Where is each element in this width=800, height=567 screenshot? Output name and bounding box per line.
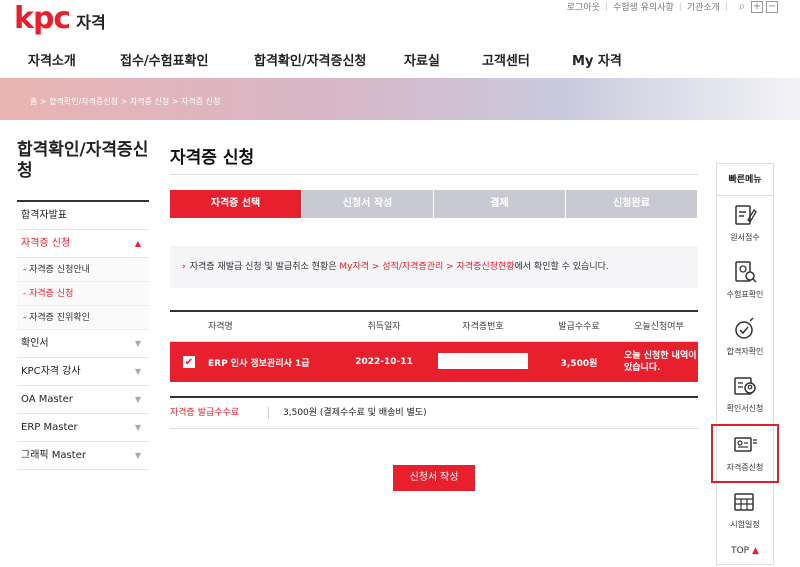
arrow-up-icon: ▲ [751,546,759,556]
row-checkbox[interactable]: ✔ [183,356,195,368]
step-tab: 신청완료 [566,190,697,218]
sidebar-item[interactable]: ERP Master ▼ [17,414,149,442]
cert-number-masked [438,352,528,369]
fee-value: 3,500원 (결제수수료 및 배송비 별도) [283,408,427,418]
calendar-icon [734,493,754,511]
sidebar-item[interactable]: OA Master ▼ [17,386,149,414]
nav-item[interactable]: My 자격 [572,50,652,69]
utility-links: 로그아웃 | 수험생 유의사항 | 기관소개 | ⌕ + − [567,0,778,13]
chevron-up-icon: ▲ [134,239,141,248]
quick-item-ticket[interactable]: 수험표확인 [717,253,773,310]
sidebar: 합격자발표 자격증 신청 ▲ - 자격증 신청안내 - 자격증 신청 - 자격증 … [17,200,149,470]
chevron-down-icon: ▼ [134,451,141,460]
id-search-icon [735,261,757,283]
sidebar-item[interactable]: 확인서 ▼ [17,330,149,358]
nav-item[interactable]: 자격소개 [28,50,120,69]
sidebar-subitem[interactable]: - 자격증 진위확인 [17,306,149,330]
medal-check-icon [735,317,754,339]
quick-item-apply[interactable]: 원서접수 [717,196,773,253]
nav-item[interactable]: 고객센터 [482,50,572,69]
id-card-icon [734,437,757,452]
chevron-down-icon: ▼ [134,395,141,404]
chevron-down-icon: ▼ [134,423,141,432]
quick-item-certificate[interactable]: 자격증신청 [711,424,779,483]
separator [268,407,269,419]
step-tab: 신청서 작성 [302,190,433,218]
logo[interactable]: kpc 자격 [14,2,106,36]
sidebar-item[interactable]: 합격자발표 [17,202,149,230]
quick-item-schedule[interactable]: 시험일정 [717,483,773,540]
sidebar-title: 합격확인/자격증신청 [17,140,149,181]
chevron-down-icon: ▼ [134,367,141,376]
logo-text: 자격 [76,13,106,32]
divider [170,396,698,398]
nav-item[interactable]: 자료실 [404,50,482,69]
cert-date: 2022-10-11 [355,357,413,367]
cert-name: ERP 인사 정보관리사 1급 [208,358,310,369]
table-header: 자격명 취득일자 자격증번호 발급수수료 오늘신청여부 [170,312,698,342]
separator: | [604,1,608,12]
write-application-button[interactable]: 신청서 작성 [393,465,475,491]
sidebar-subitem-active[interactable]: - 자격증 신청 [17,282,149,306]
notice-link[interactable]: My자격 > 성적/자격증관리 > 자격증신청현황 [339,262,514,272]
fee-label: 자격증 발급수수료 [170,408,240,418]
zoom-in-icon[interactable]: + [751,0,763,13]
divider [170,428,698,429]
fee-info: 자격증 발급수수료 3,500원 (결제수수료 및 배송비 별도) [170,404,427,422]
sidebar-item[interactable]: 그래픽 Master ▼ [17,442,149,470]
logout-link[interactable]: 로그아웃 [567,0,600,13]
separator: | [678,1,682,12]
document-person-icon [734,377,756,395]
about-link[interactable]: 기관소개 [687,0,720,13]
logo-mark: kpc [14,1,71,36]
step-tabs: 자격증 선택 신청서 작성 결제 신청완료 [170,190,698,218]
separator: | [724,1,728,12]
notice-link[interactable]: 수험생 유의사항 [613,0,674,13]
quick-item-confirm[interactable]: 확인서신청 [717,367,773,424]
table-row[interactable]: ✔ ERP 인사 정보관리사 1급 2022-10-11 3,500원 오늘 신… [170,342,698,382]
quick-menu-title: 빠른메뉴 [717,164,773,196]
cert-fee: 3,500원 [560,358,598,369]
step-tab: 결제 [434,190,565,218]
quick-item-result[interactable]: 합격자확인 [717,310,773,367]
zoom-out-icon[interactable]: − [766,0,778,13]
sidebar-item-active[interactable]: 자격증 신청 ▲ [17,230,149,258]
divider [170,174,698,175]
arrow-icon: › [182,262,186,272]
sidebar-subitem[interactable]: - 자격증 신청안내 [17,258,149,282]
global-nav: 자격소개 접수/수험표확인 합격확인/자격증신청 자료실 고객센터 My 자격 [28,50,652,69]
nav-item[interactable]: 합격확인/자격증신청 [254,50,404,69]
top-button[interactable]: TOP ▲ [717,546,773,556]
today-status: 오늘 신청한 내역이 있습니다. [624,351,697,373]
notice-box: › 자격증 재발급 신청 및 발급취소 현황은 My자격 > 성적/자격증관리 >… [170,246,698,288]
quick-menu: 빠른메뉴 원서접수 수험표확인 합격자확인 확인서신청 자격증신청 시험일정 T… [711,163,779,565]
sidebar-item[interactable]: KPC자격 강사 ▼ [17,358,149,386]
pencil-form-icon [735,205,757,225]
step-tab-active: 자격증 선택 [170,190,301,218]
nav-item[interactable]: 접수/수험표확인 [120,50,254,69]
search-icon[interactable]: ⌕ [736,0,748,13]
page-title: 자격증 신청 [170,148,255,168]
breadcrumb: 홈 > 합격확인/자격증신청 > 자격증 신청 > 자격증 신청 [30,97,221,106]
chevron-down-icon: ▼ [134,339,141,348]
certificate-table: 자격명 취득일자 자격증번호 발급수수료 오늘신청여부 ✔ ERP 인사 정보관… [170,310,698,382]
